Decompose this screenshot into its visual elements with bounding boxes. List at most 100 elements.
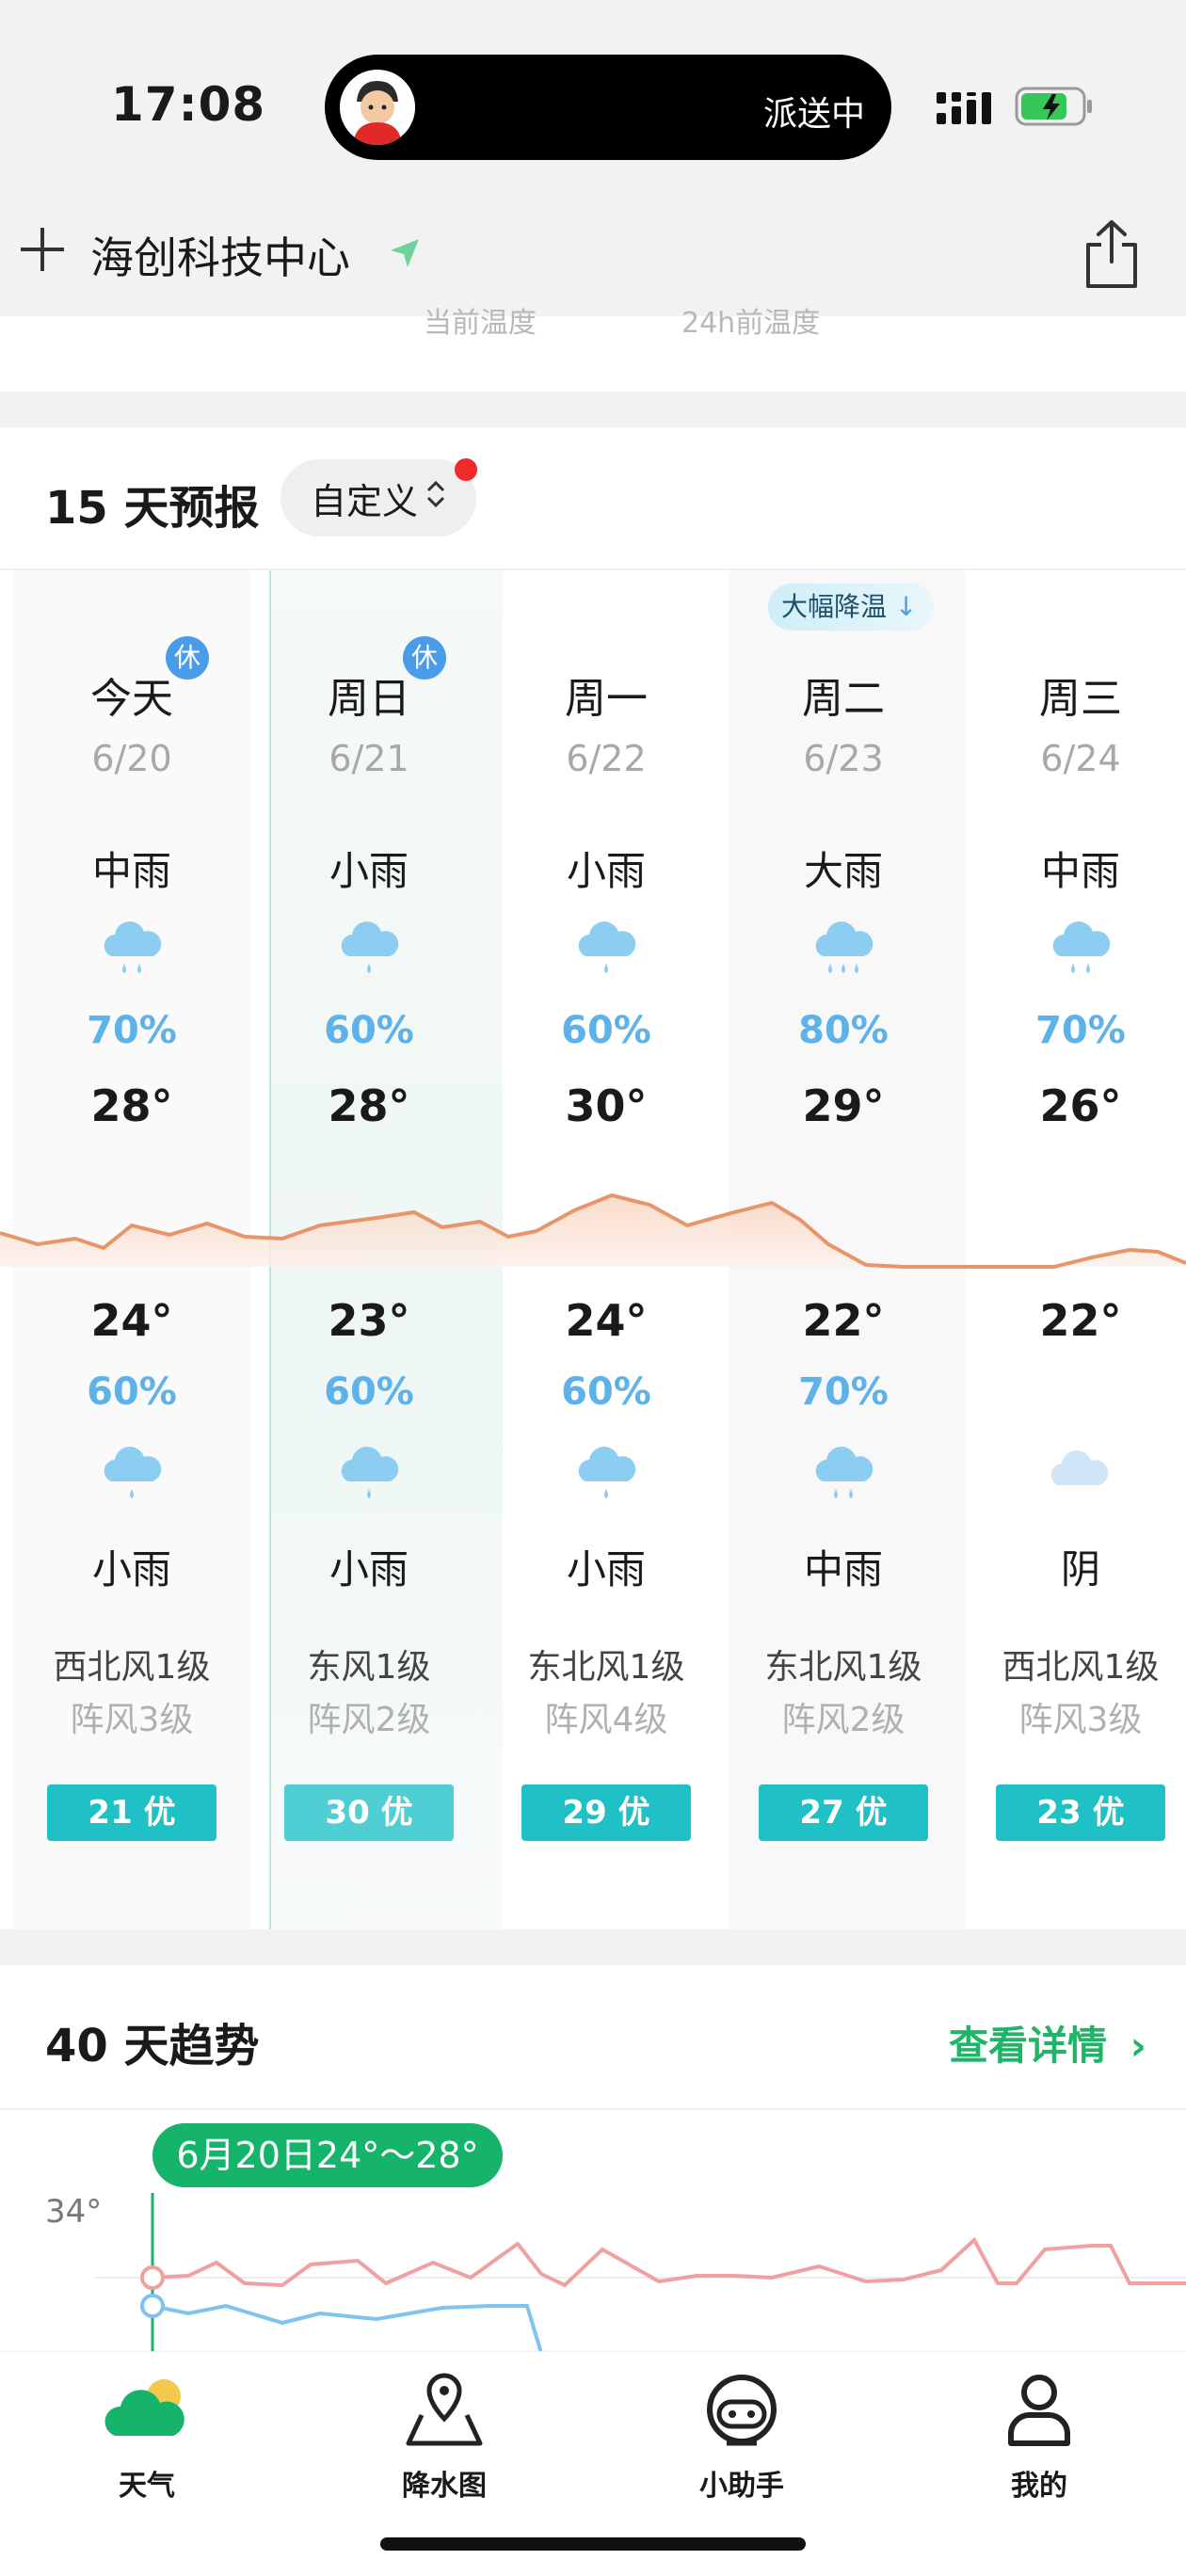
- courier-avatar-icon: [340, 70, 415, 145]
- night-precip-chance: 60%: [324, 1370, 414, 1414]
- divider: [0, 2108, 1186, 2110]
- day-label: 周二: [802, 675, 885, 723]
- wind-label: 东风1级: [307, 1648, 431, 1687]
- battery-charging-icon: [1015, 87, 1092, 126]
- night-weather-label: 小雨: [329, 1546, 409, 1592]
- current-temp-label: 当前温度: [424, 307, 537, 340]
- night-weather-label: 小雨: [566, 1546, 646, 1592]
- view-details-link[interactable]: 查看详情 ›: [949, 2014, 1146, 2072]
- day-label: 周一: [565, 675, 648, 723]
- high-temp: 28°: [90, 1080, 173, 1131]
- day-precip-chance: 80%: [798, 1009, 889, 1052]
- assistant-icon: [695, 2362, 789, 2456]
- location-title[interactable]: 海创科技中心: [90, 224, 350, 286]
- high-temp: 29°: [802, 1080, 885, 1131]
- tab-weather[interactable]: 天气: [62, 2362, 232, 2504]
- custom-dropdown-label: 自定义: [310, 480, 418, 522]
- island-status-text: 派送中: [762, 95, 865, 134]
- view-details-label: 查看详情: [949, 2023, 1108, 2069]
- temp-drop-label: 大幅降温: [781, 591, 888, 622]
- gust-label: 阵风2级: [307, 1701, 431, 1739]
- day-precip-chance: 60%: [561, 1009, 651, 1052]
- current-temp-strip: [0, 316, 1186, 392]
- map-pin-icon: [397, 2362, 491, 2456]
- light-rain-icon: [569, 1434, 644, 1510]
- aqi-badge: 27 优: [759, 1784, 928, 1841]
- share-icon[interactable]: [1081, 218, 1143, 294]
- temp-drop-badge: 大幅降温 ↓: [768, 584, 935, 631]
- gust-label: 阵风3级: [1018, 1701, 1143, 1739]
- weather-icon: [100, 2362, 194, 2456]
- overcast-cloud-icon: [1043, 1434, 1118, 1510]
- day-label: 周三: [1039, 675, 1122, 723]
- day-precip-chance: 70%: [1035, 1009, 1126, 1052]
- high-temp: 26°: [1039, 1080, 1122, 1131]
- arrow-down-icon: ↓: [894, 591, 918, 622]
- trend-40-title: 40 天趋势: [45, 2020, 260, 2072]
- profile-icon: [992, 2362, 1086, 2456]
- date-label: 6/23: [803, 738, 884, 779]
- night-weather-label: 中雨: [803, 1546, 883, 1592]
- tab-assistant[interactable]: 小助手: [657, 2362, 826, 2504]
- aqi-badge: 30 优: [284, 1784, 454, 1841]
- day-label: 今天: [90, 675, 173, 723]
- date-label: 6/22: [566, 738, 647, 779]
- trend-40-chart: [94, 2193, 1186, 2353]
- night-precip-chance: 60%: [87, 1370, 177, 1414]
- location-arrow-icon: [389, 237, 421, 273]
- wind-label: 东北风1级: [764, 1648, 922, 1687]
- home-indicator: [380, 2537, 806, 2551]
- night-precip-chance: 60%: [561, 1370, 651, 1414]
- cellular-signal-icon: [937, 92, 997, 128]
- high-temp: 28°: [328, 1080, 410, 1131]
- day-weather-label: 小雨: [329, 848, 409, 894]
- light-rain-icon: [331, 909, 407, 984]
- light-rain-icon: [331, 1434, 407, 1510]
- aqi-badge: 21 优: [47, 1784, 216, 1841]
- gust-label: 阵风4级: [544, 1701, 668, 1739]
- custom-dropdown-button[interactable]: 自定义: [280, 459, 476, 536]
- notification-dot: [455, 458, 477, 481]
- tab-label: 天气: [119, 2470, 175, 2503]
- night-weather-label: 阴: [1060, 1546, 1100, 1592]
- light-rain-icon: [569, 909, 644, 984]
- moderate-rain-icon: [1043, 909, 1118, 984]
- trend-date-pill: 6月20日24°～28°: [152, 2123, 503, 2187]
- tab-label: 小助手: [699, 2470, 784, 2503]
- day-weather-label: 小雨: [566, 848, 646, 894]
- date-label: 6/20: [91, 738, 172, 779]
- tab-label: 我的: [1011, 2470, 1067, 2503]
- aqi-badge: 29 优: [521, 1784, 691, 1841]
- night-weather-label: 小雨: [91, 1546, 171, 1592]
- status-time: 17:08: [111, 77, 266, 132]
- day-precip-chance: 60%: [324, 1009, 414, 1052]
- date-label: 6/24: [1040, 738, 1121, 779]
- day-precip-chance: 70%: [87, 1009, 177, 1052]
- aqi-badge: 23 优: [996, 1784, 1165, 1841]
- tab-map-pin[interactable]: 降水图: [360, 2362, 529, 2504]
- wind-label: 西北风1级: [53, 1648, 211, 1687]
- tab-profile[interactable]: 我的: [954, 2362, 1124, 2504]
- sort-arrows-icon: [425, 477, 446, 519]
- night-precip-chance: 70%: [798, 1370, 889, 1414]
- moderate-rain-icon: [806, 1434, 881, 1510]
- day-weather-label: 中雨: [1040, 848, 1120, 894]
- moderate-rain-icon: [94, 909, 169, 984]
- wind-label: 东北风1级: [527, 1648, 685, 1687]
- day-label: 周日: [328, 675, 410, 723]
- temperature-curve: [0, 1192, 1186, 1269]
- past-24h-temp-label: 24h前温度: [681, 307, 821, 340]
- dynamic-island[interactable]: 派送中: [325, 55, 891, 160]
- add-city-icon[interactable]: [19, 226, 66, 273]
- high-temp: 30°: [565, 1080, 648, 1131]
- date-label: 6/21: [329, 738, 409, 779]
- heavy-rain-icon: [806, 909, 881, 984]
- gust-label: 阵风2级: [781, 1701, 906, 1739]
- trend-y-axis-label: 34°: [45, 2193, 103, 2231]
- wind-label: 西北风1级: [1002, 1648, 1160, 1687]
- gust-label: 阵风3级: [70, 1701, 194, 1739]
- tab-label: 降水图: [402, 2470, 487, 2503]
- light-rain-icon: [94, 1434, 169, 1510]
- chevron-right-icon: ›: [1130, 2023, 1146, 2069]
- day-weather-label: 大雨: [803, 848, 883, 894]
